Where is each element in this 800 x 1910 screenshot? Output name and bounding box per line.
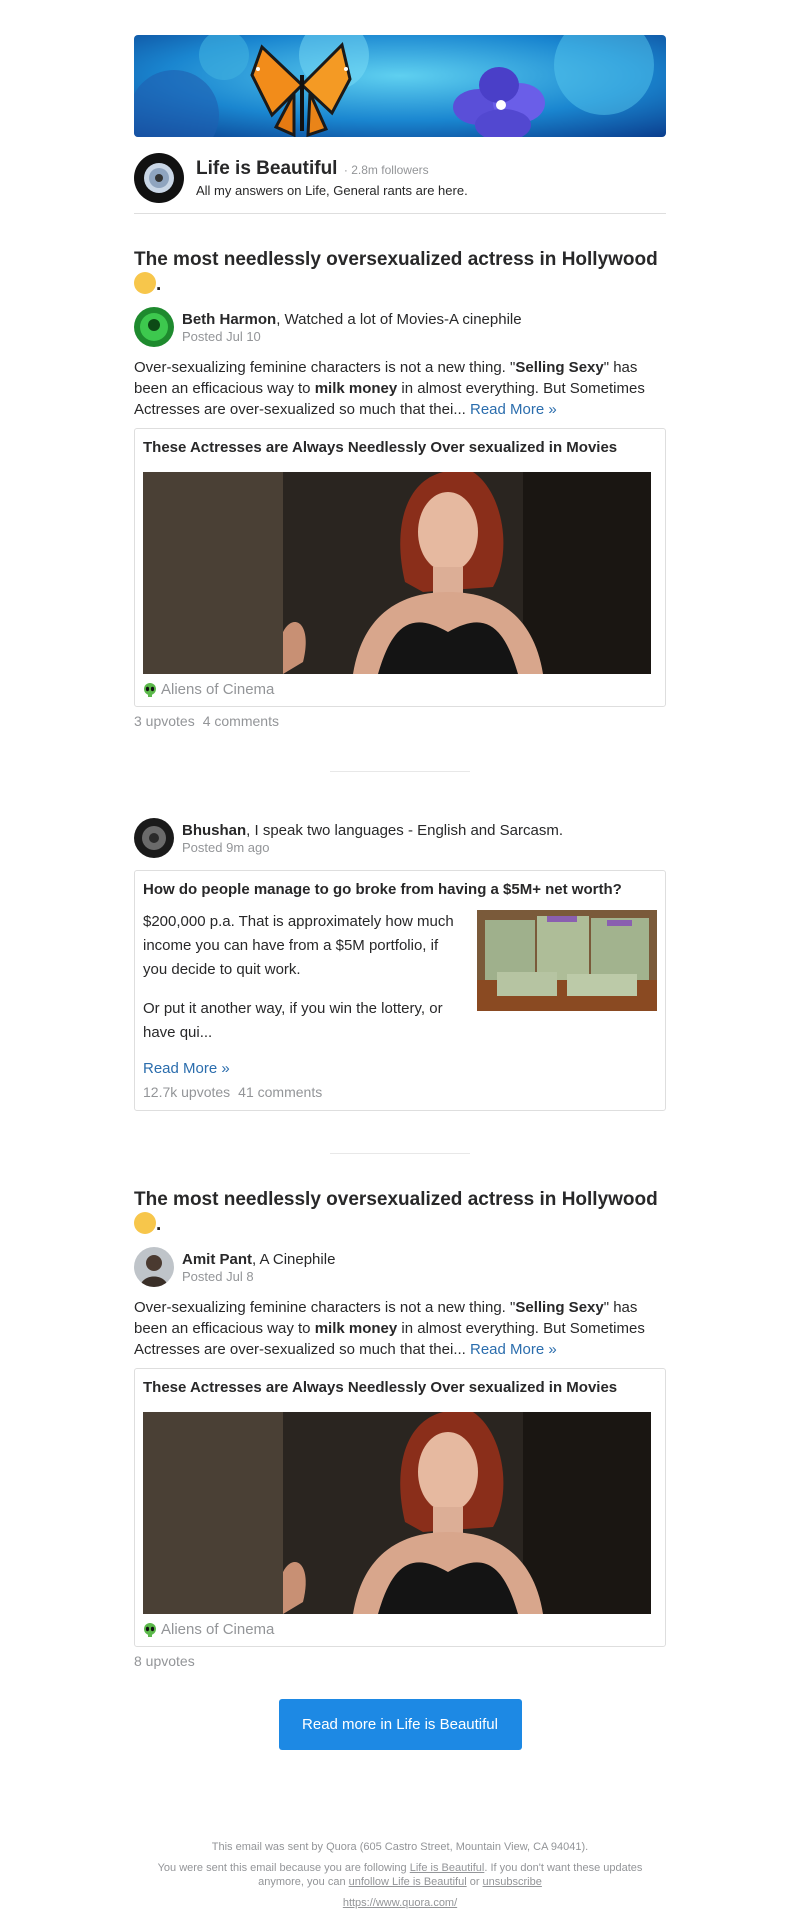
- read-more-link[interactable]: Read More »: [470, 401, 557, 418]
- space-avatar[interactable]: [134, 153, 184, 203]
- card-source[interactable]: Aliens of Cinema: [161, 681, 274, 698]
- space-name[interactable]: Life is Beautiful: [196, 158, 337, 179]
- upvotes-count: 8 upvotes: [134, 1653, 195, 1669]
- linked-post-card[interactable]: These Actresses are Always Needlessly Ov…: [134, 1368, 666, 1647]
- posted-date: Posted Jul 10: [182, 328, 261, 344]
- card-title[interactable]: How do people manage to go broke from ha…: [143, 880, 657, 900]
- card-source[interactable]: Aliens of Cinema: [161, 1621, 274, 1638]
- author-avatar[interactable]: [134, 1247, 174, 1287]
- author-row: Bhushan, I speak two languages - English…: [134, 818, 666, 858]
- space-description: All my answers on Life, General rants ar…: [196, 183, 468, 198]
- money-stacks-photo: [477, 910, 657, 1011]
- answer-excerpt: Over-sexualizing feminine characters is …: [134, 1299, 645, 1358]
- posted-date: Posted Jul 8: [182, 1268, 254, 1284]
- author-credential: , Watched a lot of Movies-A cinephile: [276, 310, 522, 328]
- unfollow-link[interactable]: unfollow Life is Beautiful: [349, 1876, 467, 1888]
- unsubscribe-link[interactable]: unsubscribe: [483, 1876, 542, 1888]
- author-credential: , I speak two languages - English and Sa…: [246, 821, 564, 839]
- upvotes-count: 3 upvotes: [134, 713, 195, 729]
- answer-excerpt: Over-sexualizing feminine characters is …: [134, 359, 645, 418]
- story-stats: 8 upvotes: [134, 1653, 666, 1669]
- quora-url-link[interactable]: https://www.quora.com/: [343, 1897, 457, 1909]
- question-title-text[interactable]: The most needlessly oversexualized actre…: [134, 1189, 658, 1210]
- read-more-space-button[interactable]: Read more in Life is Beautiful: [278, 1699, 522, 1750]
- card-title[interactable]: These Actresses are Always Needlessly Ov…: [143, 438, 657, 458]
- question-title-text[interactable]: The most needlessly oversexualized actre…: [134, 249, 658, 270]
- question-title[interactable]: The most needlessly oversexualized actre…: [134, 1188, 666, 1237]
- author-avatar[interactable]: [134, 307, 174, 347]
- author-row: Beth Harmon, Watched a lot of Movies-A c…: [134, 307, 666, 347]
- space-header: Life is Beautiful · 2.8m followers All m…: [134, 137, 666, 214]
- upvotes-count: 12.7k upvotes: [143, 1084, 231, 1100]
- pensive-face-emoji-icon: [134, 1212, 156, 1234]
- author-name[interactable]: Bhushan: [182, 822, 246, 839]
- author-avatar[interactable]: [134, 818, 174, 858]
- author-name[interactable]: Beth Harmon: [182, 311, 276, 328]
- read-more-link[interactable]: Read More »: [470, 1341, 557, 1358]
- footer-space-link[interactable]: Life is Beautiful: [410, 1862, 485, 1874]
- email-container: Life is Beautiful · 2.8m followers All m…: [134, 0, 666, 1910]
- sad-face-emoji-icon: [134, 272, 156, 294]
- space-banner-image: [134, 35, 666, 137]
- read-more-link[interactable]: Read More »: [143, 1060, 230, 1077]
- comments-count: 4 comments: [202, 713, 279, 729]
- comments-count: 41 comments: [238, 1084, 323, 1100]
- question-title-suffix: .: [156, 1214, 162, 1235]
- author-credential: , A Cinephile: [252, 1250, 336, 1268]
- author-row: Amit Pant, A Cinephile Posted Jul 8: [134, 1247, 666, 1287]
- story-stats: 3 upvotes 4 comments: [134, 713, 666, 729]
- question-title[interactable]: The most needlessly oversexualized actre…: [134, 248, 666, 297]
- posted-date: Posted 9m ago: [182, 839, 270, 855]
- alien-icon: [144, 682, 156, 697]
- linked-post-card[interactable]: These Actresses are Always Needlessly Ov…: [134, 428, 666, 707]
- alien-icon: [144, 1622, 156, 1637]
- card-title[interactable]: These Actresses are Always Needlessly Ov…: [143, 1378, 657, 1398]
- email-footer: This email was sent by Quora (605 Castro…: [134, 1840, 666, 1910]
- story-1: The most needlessly oversexualized actre…: [134, 214, 666, 729]
- story-stats: 12.7k upvotes 41 comments: [143, 1084, 657, 1100]
- author-name[interactable]: Amit Pant: [182, 1251, 252, 1268]
- excerpt-paragraph-1: $200,000 p.a. That is approximately how …: [143, 913, 454, 978]
- question-title-suffix: .: [156, 274, 162, 295]
- story-2: Bhushan, I speak two languages - English…: [134, 772, 666, 1111]
- actress-photo: [143, 472, 651, 674]
- excerpt-paragraph-2: Or put it another way, if you win the lo…: [143, 1000, 443, 1041]
- story-3: The most needlessly oversexualized actre…: [134, 1154, 666, 1669]
- actress-photo: [143, 1412, 651, 1614]
- question-card[interactable]: How do people manage to go broke from ha…: [134, 870, 666, 1111]
- answer-excerpt: $200,000 p.a. That is approximately how …: [143, 910, 463, 1060]
- footer-reason: You were sent this email because you are…: [157, 1862, 643, 1888]
- space-followers: · 2.8m followers: [343, 163, 429, 177]
- footer-sender: This email was sent by Quora (605 Castro…: [211, 1841, 589, 1853]
